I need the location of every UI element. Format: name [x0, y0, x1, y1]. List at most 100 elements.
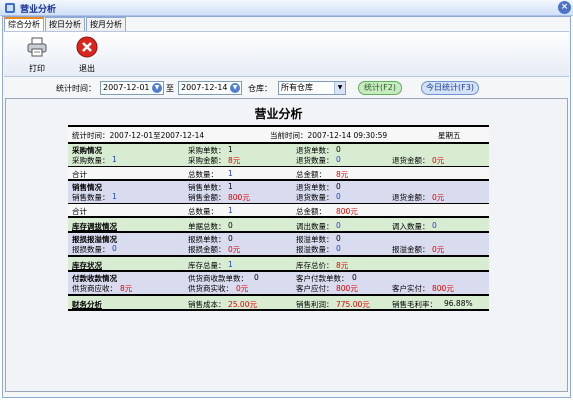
sales-total-qty: 1	[228, 206, 233, 215]
cost-value: 25.00元	[228, 300, 257, 309]
cost-label: 销售成本：	[188, 300, 226, 309]
tab-monthly-analysis[interactable]: 按月分析	[86, 17, 126, 31]
purchase-return-qty-label: 退货数量：	[296, 156, 334, 165]
over-qty-label: 报溢数量：	[296, 245, 334, 254]
report-weekday: 星期五	[438, 131, 461, 140]
exit-label: 退出	[79, 64, 95, 73]
purchase-total-qty: 1	[228, 169, 233, 178]
loss-amount: 0元	[228, 245, 241, 254]
to-label: 至	[166, 84, 174, 93]
tab-overall-analysis[interactable]: 综合分析	[4, 17, 44, 31]
loss-amount-label: 报损金额：	[188, 245, 226, 254]
sales-return-amount: 0元	[432, 193, 445, 202]
supplier-due-label: 供货商应收：	[72, 284, 117, 293]
customer-due-label: 客户应付：	[296, 284, 334, 293]
report-title: 营业分析	[254, 107, 303, 121]
sales-total-row: 合计 总数量： 1 总金额： 800元	[68, 203, 489, 216]
over-qty: 0	[336, 244, 341, 253]
customer-count: 0	[352, 273, 357, 282]
purchase-row-1: 采购情况 采购单数： 1 退货单数： 0	[68, 142, 489, 155]
purchase-return-qty: 0	[336, 155, 341, 164]
close-icon[interactable]: ×	[558, 1, 571, 14]
report-header-row: 统计时间：2007-12-01至2007-12-14 当前时间：2007-12-…	[68, 127, 489, 142]
sales-row-2: 销售数量： 1 销售金额： 800元 退货数量： 0 退货金额： 0元	[68, 191, 489, 203]
stock-total: 1	[228, 260, 233, 269]
transfer-out: 0	[336, 221, 341, 230]
supplier-paid: 0元	[236, 284, 249, 293]
purchase-count: 1	[228, 145, 233, 154]
print-button[interactable]: 打印	[22, 36, 52, 74]
report-table: 统计时间：2007-12-01至2007-12-14 当前时间：2007-12-…	[68, 125, 489, 311]
finance-row: 财务分析 销售成本： 25.00元 销售利润： 775.00元 销售毛利率： 9…	[68, 294, 489, 309]
customer-paid: 800元	[432, 284, 454, 293]
payment-row-2: 供货商应收： 8元 供货商实收： 0元 客户应付： 800元 客户实付： 800…	[68, 282, 489, 294]
finance-heading: 财务分析	[72, 300, 102, 309]
over-amount-label: 报溢金额：	[392, 245, 430, 254]
window-titlebar: 营业分析 ×	[0, 0, 573, 16]
today-stat-button[interactable]: 今日统计(F3)	[421, 81, 479, 95]
transfer-total: 0	[228, 221, 233, 230]
loss-qty-label: 报损数量：	[72, 245, 110, 254]
purchase-return-amount-label: 退货金额：	[392, 156, 430, 165]
supplier-due: 8元	[120, 284, 133, 293]
supplier-count: 0	[254, 273, 259, 282]
calendar-dropdown-icon[interactable]: ▼	[230, 83, 240, 93]
filter-bar: 统计时间： 2007-12-01 ▼ 至 2007-12-14 ▼ 仓库： 所有…	[4, 78, 569, 98]
sales-return-qty-label: 退货数量：	[296, 193, 334, 202]
profit-value: 775.00元	[336, 300, 370, 309]
end-date-value: 2007-12-14	[181, 83, 228, 92]
loss-qty: 0	[112, 244, 117, 253]
calendar-dropdown-icon[interactable]: ▼	[152, 83, 162, 93]
transfer-in: 0	[432, 221, 437, 230]
chevron-down-icon[interactable]: ▼	[334, 82, 345, 94]
purchase-amount: 8元	[228, 156, 241, 165]
loss-row-1: 报损报溢情况 报损单数： 0 报溢单数： 0	[68, 231, 489, 244]
warehouse-select[interactable]: 所有仓库 ▼	[278, 81, 346, 95]
app-icon	[5, 3, 15, 13]
report: 营业分析 统计时间：2007-12-01至2007-12-14 当前时间：200…	[68, 105, 489, 377]
toolbar: 打印 退出	[4, 31, 569, 77]
sales-amount-label: 销售金额：	[188, 193, 226, 202]
sales-count: 1	[228, 182, 233, 191]
sales-row-1: 销售情况 销售单数： 1 退货单数： 0	[68, 179, 489, 192]
start-date-picker[interactable]: 2007-12-01 ▼	[100, 81, 164, 95]
print-label: 打印	[29, 64, 45, 73]
sales-return-amount-label: 退货金额：	[392, 193, 430, 202]
purchase-row-2: 采购数量： 1 采购金额： 8元 退货数量： 0 退货金额： 0元	[68, 154, 489, 166]
over-count: 0	[336, 234, 341, 243]
loss-row-2: 报损数量： 0 报损金额： 0元 报溢数量： 0 报溢金额： 0元	[68, 243, 489, 255]
window-title: 营业分析	[20, 5, 57, 15]
warehouse-value: 所有仓库	[281, 83, 313, 92]
purchase-total-row: 合计 总数量： 1 总金额： 8元	[68, 166, 489, 179]
purchase-amount-label: 采购金额：	[188, 156, 226, 165]
loss-count: 0	[228, 234, 233, 243]
start-date-value: 2007-12-01	[103, 83, 150, 92]
customer-paid-label: 客户实付：	[392, 284, 430, 293]
tab-daily-analysis[interactable]: 按日分析	[45, 17, 85, 31]
purchase-qty: 1	[112, 155, 117, 164]
report-now: 当前时间：2007-12-14 09:30:59	[270, 131, 388, 140]
sales-return-qty: 0	[336, 192, 341, 201]
time-label: 统计时间：	[56, 84, 96, 93]
warehouse-label: 仓库：	[248, 84, 272, 93]
margin-value: 96.88%	[444, 299, 473, 308]
transfer-row: 库存调拔情况 单据总数： 0 调出数量： 0 调入数量： 0	[68, 216, 489, 231]
stat-button[interactable]: 统计(F2)	[358, 81, 402, 95]
end-date-picker[interactable]: 2007-12-14 ▼	[178, 81, 242, 95]
profit-label: 销售利润：	[296, 300, 334, 309]
sales-qty-label: 销售数量：	[72, 193, 110, 202]
sales-amount: 800元	[228, 193, 250, 202]
purchase-return-amount: 0元	[432, 156, 445, 165]
printer-icon	[27, 37, 47, 57]
sales-qty: 1	[112, 192, 117, 201]
purchase-qty-label: 采购数量：	[72, 156, 110, 165]
exit-button[interactable]: 退出	[72, 36, 102, 74]
sales-return-count: 0	[336, 182, 341, 191]
customer-due: 800元	[336, 284, 358, 293]
report-period: 统计时间：2007-12-01至2007-12-14	[72, 131, 205, 140]
purchase-return-count: 0	[336, 145, 341, 154]
supplier-paid-label: 供货商实收：	[188, 284, 233, 293]
margin-label: 销售毛利率：	[392, 300, 437, 309]
over-amount: 0元	[432, 245, 445, 254]
payment-row-1: 付款收款情况 供货商收款单数： 0 客户付款单数： 0	[68, 270, 489, 283]
